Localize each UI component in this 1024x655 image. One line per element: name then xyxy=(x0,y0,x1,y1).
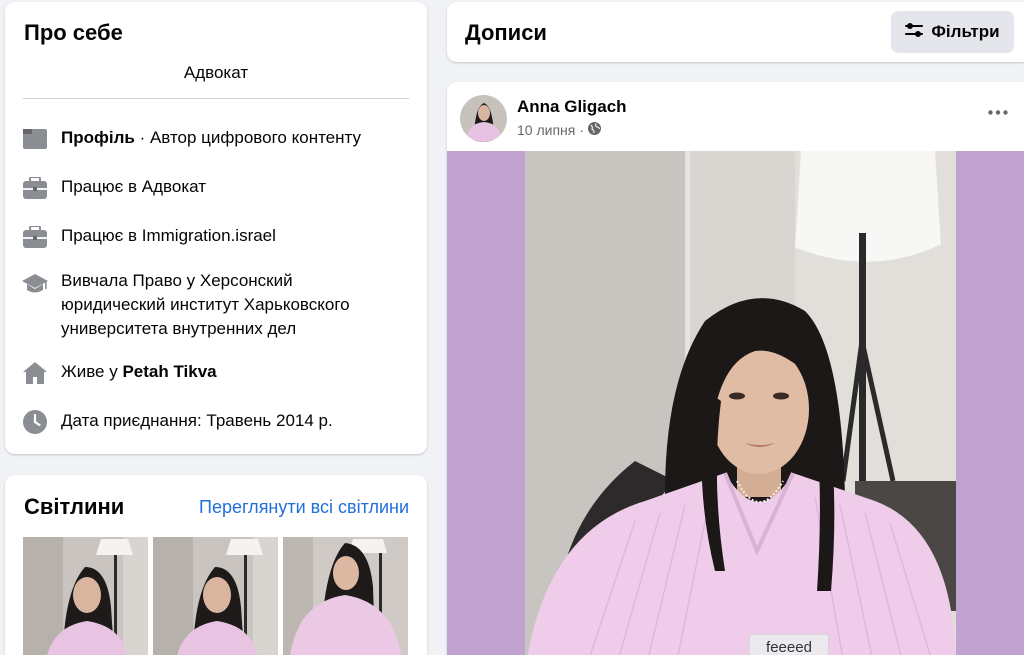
avatar[interactable] xyxy=(460,95,507,142)
home-icon xyxy=(22,360,48,386)
filters-label: Фільтри xyxy=(931,22,1000,41)
post-date[interactable]: 10 липня xyxy=(517,122,575,138)
info-row-joined: Дата приєднання: Травень 2014 р. xyxy=(22,409,412,435)
clock-icon xyxy=(22,409,48,435)
info-row-lives: Живе у Petah Tikva xyxy=(22,360,412,386)
profile-sep: · xyxy=(134,128,150,147)
briefcase-icon xyxy=(22,175,48,201)
photos-card: Світлини Переглянути всі світлини xyxy=(5,475,427,655)
post-card: Anna Gligach 10 липня · feeeed xyxy=(447,82,1024,655)
divider xyxy=(23,98,409,99)
profile-label: Профіль xyxy=(61,128,135,147)
posts-title: Дописи xyxy=(465,20,547,45)
filters-button[interactable]: Фільтри xyxy=(891,11,1014,53)
bio-text: Адвокат xyxy=(183,63,249,82)
profile-value: Автор цифрового контенту xyxy=(149,128,361,147)
photo-thumbnail[interactable] xyxy=(23,537,148,655)
post-photo-caption: feeeed xyxy=(749,634,829,655)
post-photo[interactable] xyxy=(525,151,956,655)
education-text: Вивчала Право у Херсонский юридический и… xyxy=(61,271,350,338)
photos-title: Світлини xyxy=(24,494,125,519)
info-row-education: Вивчала Право у Херсонский юридический и… xyxy=(22,269,412,341)
post-author-name[interactable]: Anna Gligach xyxy=(517,97,627,117)
photo-thumbnail[interactable] xyxy=(153,537,278,655)
lives-prefix: Живе у xyxy=(61,362,123,381)
photo-thumbnail[interactable] xyxy=(283,537,408,655)
globe-icon[interactable] xyxy=(588,122,602,138)
more-options-icon[interactable] xyxy=(986,104,1010,120)
info-row-work-1: Працює в Адвокат xyxy=(22,175,412,201)
info-row-profile: Профіль · Автор цифрового контенту xyxy=(22,126,412,152)
posts-header-card: Дописи Фільтри xyxy=(447,2,1024,62)
joined-text: Дата приєднання: Травень 2014 р. xyxy=(61,411,333,430)
work-1-text: Працює в Адвокат xyxy=(61,177,206,196)
profile-card-icon xyxy=(22,126,48,152)
post-meta: 10 липня · xyxy=(517,122,602,138)
filters-icon xyxy=(905,22,924,42)
about-card: Про себе Адвокат Профіль · Автор цифрово… xyxy=(5,2,427,454)
post-media[interactable] xyxy=(447,151,1024,655)
work-2-text: Працює в Immigration.israel xyxy=(61,226,276,245)
briefcase-icon xyxy=(22,224,48,250)
meta-separator: · xyxy=(579,122,585,138)
lives-city-link[interactable]: Petah Tikva xyxy=(122,362,216,381)
info-row-work-2: Працює в Immigration.israel xyxy=(22,224,412,250)
graduation-cap-icon xyxy=(22,271,48,297)
see-all-photos-link[interactable]: Переглянути всі світлини xyxy=(199,497,409,518)
about-title: Про себе xyxy=(24,20,123,45)
